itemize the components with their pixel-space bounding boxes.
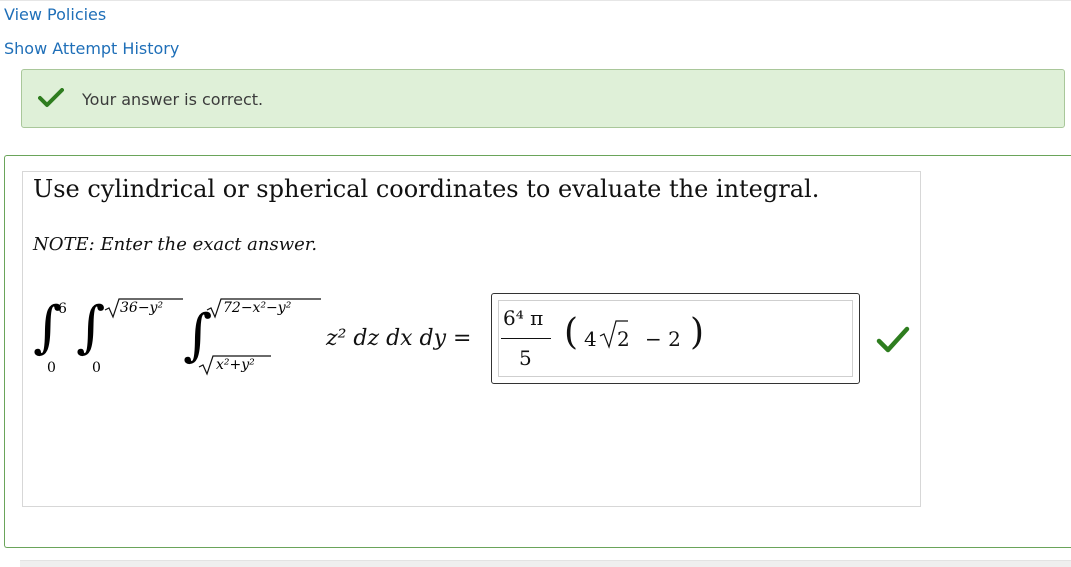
inner-upper-limit: 72−x²−y²	[223, 300, 292, 316]
middle-lower-limit: 0	[92, 360, 101, 376]
answer-numerator: 6⁴ π	[503, 306, 544, 330]
view-policies-link[interactable]: View Policies	[4, 5, 106, 24]
paren-close: )	[690, 312, 705, 353]
check-icon	[876, 326, 910, 353]
inner-lower-limit: x²+y²	[216, 357, 255, 373]
paren-open: (	[564, 312, 579, 353]
check-icon	[38, 88, 64, 107]
show-attempt-history-link[interactable]: Show Attempt History	[4, 39, 179, 58]
fraction-bar	[501, 338, 551, 339]
note-text: NOTE: Enter the exact answer.	[33, 234, 318, 255]
success-message: Your answer is correct.	[82, 90, 264, 109]
answer-minus-term: − 2	[645, 327, 681, 351]
outer-upper-limit: 6	[58, 301, 67, 317]
middle-integral-sign: ∫	[76, 295, 106, 360]
success-alert: Your answer is correct.	[21, 69, 1065, 128]
question-text: Use cylindrical or spherical coordinates…	[33, 175, 820, 203]
integrand: z² dz dx dy =	[326, 326, 472, 351]
sqrt-radicand: 2	[617, 327, 630, 351]
outer-lower-limit: 0	[47, 360, 56, 376]
middle-upper-limit: 36−y²	[120, 300, 164, 316]
answer-denominator: 5	[519, 346, 532, 370]
answer-coefficient: 4	[584, 327, 597, 351]
top-divider	[0, 0, 1071, 1]
